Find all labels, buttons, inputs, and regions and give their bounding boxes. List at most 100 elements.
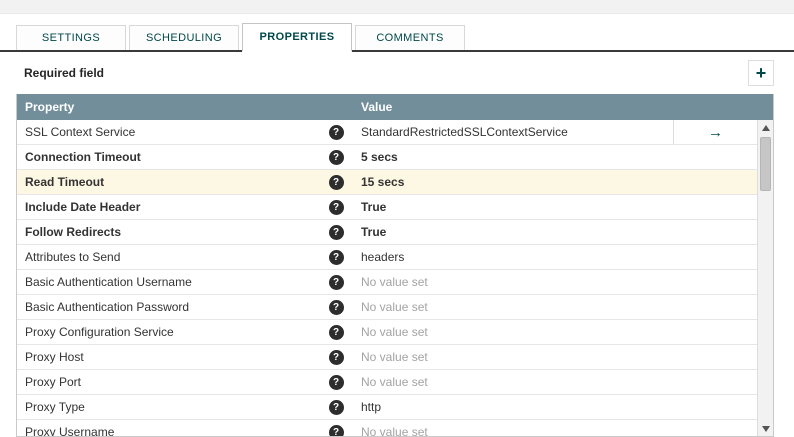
tab-properties[interactable]: PROPERTIES: [242, 23, 352, 52]
help-icon[interactable]: ?: [328, 424, 344, 436]
table-row[interactable]: Proxy Configuration Service ? No value s…: [17, 320, 757, 345]
table-row[interactable]: Read Timeout ? 15 secs: [17, 170, 757, 195]
help-icon[interactable]: ?: [328, 224, 344, 240]
row-action-cell: [673, 245, 757, 269]
property-value-cell[interactable]: No value set: [357, 295, 673, 319]
help-icon[interactable]: ?: [328, 199, 344, 215]
property-name: Proxy Username: [25, 425, 115, 436]
table-row[interactable]: SSL Context Service ? StandardRestricted…: [17, 120, 757, 145]
table-row[interactable]: Attributes to Send ? headers: [17, 245, 757, 270]
table-row[interactable]: Proxy Type ? http: [17, 395, 757, 420]
property-value-cell[interactable]: http: [357, 395, 673, 419]
property-name-cell: Include Date Header: [17, 195, 315, 219]
row-action-cell: →: [673, 120, 757, 144]
help-icon[interactable]: ?: [328, 174, 344, 190]
help-cell: ?: [315, 245, 357, 269]
add-property-button[interactable]: +: [748, 60, 774, 86]
property-value[interactable]: 15 secs: [361, 175, 404, 189]
help-icon[interactable]: ?: [328, 324, 344, 340]
dialog-top-strip: [0, 0, 794, 14]
column-header-property: Property: [25, 100, 75, 114]
property-name: Basic Authentication Password: [25, 300, 190, 314]
help-icon[interactable]: ?: [328, 299, 344, 315]
table-scrollbar[interactable]: [757, 120, 773, 436]
table-row[interactable]: Follow Redirects ? True: [17, 220, 757, 245]
property-value[interactable]: 5 secs: [361, 150, 398, 164]
property-value-cell[interactable]: No value set: [357, 420, 673, 436]
property-value[interactable]: No value set: [361, 300, 428, 314]
property-value-cell[interactable]: No value set: [357, 320, 673, 344]
row-action-cell: [673, 370, 757, 394]
scrollbar-thumb[interactable]: [760, 137, 771, 191]
property-value-cell[interactable]: headers: [357, 245, 673, 269]
property-value[interactable]: No value set: [361, 275, 428, 289]
table-row[interactable]: Basic Authentication Password ? No value…: [17, 295, 757, 320]
help-cell: ?: [315, 145, 357, 169]
table-row[interactable]: Connection Timeout ? 5 secs: [17, 145, 757, 170]
help-icon[interactable]: ?: [328, 374, 344, 390]
help-cell: ?: [315, 370, 357, 394]
help-cell: ?: [315, 120, 357, 144]
table-row[interactable]: Proxy Host ? No value set: [17, 345, 757, 370]
property-name-cell: Basic Authentication Password: [17, 295, 315, 319]
property-name-cell: Proxy Configuration Service: [17, 320, 315, 344]
property-value[interactable]: No value set: [361, 325, 428, 339]
property-value-cell[interactable]: 15 secs: [357, 170, 673, 194]
table-row[interactable]: Include Date Header ? True: [17, 195, 757, 220]
scroll-up-button[interactable]: [758, 120, 773, 135]
tab-scheduling[interactable]: SCHEDULING: [129, 25, 239, 50]
properties-table: Property Value SSL Context Service ? Sta…: [16, 94, 774, 437]
row-action-cell: [673, 270, 757, 294]
table-row[interactable]: Proxy Username ? No value set: [17, 420, 757, 436]
property-value-cell[interactable]: 5 secs: [357, 145, 673, 169]
property-value[interactable]: No value set: [361, 425, 428, 436]
property-name-cell: Proxy Type: [17, 395, 315, 419]
property-value-cell[interactable]: No value set: [357, 270, 673, 294]
help-icon[interactable]: ?: [328, 399, 344, 415]
scroll-down-button[interactable]: [758, 421, 773, 436]
tab-settings-label: SETTINGS: [41, 32, 101, 44]
property-name: Proxy Type: [25, 400, 85, 414]
help-cell: ?: [315, 320, 357, 344]
property-name-cell: SSL Context Service: [17, 120, 315, 144]
property-name: Follow Redirects: [25, 225, 122, 239]
row-action-cell: [673, 420, 757, 436]
help-icon[interactable]: ?: [328, 349, 344, 365]
help-icon[interactable]: ?: [328, 249, 344, 265]
property-value[interactable]: StandardRestrictedSSLContextService: [361, 125, 568, 139]
property-value[interactable]: True: [361, 225, 386, 239]
tab-comments[interactable]: COMMENTS: [355, 25, 465, 50]
goto-service-arrow-icon[interactable]: →: [708, 125, 723, 140]
property-value[interactable]: http: [361, 400, 381, 414]
table-row[interactable]: Proxy Port ? No value set: [17, 370, 757, 395]
property-value[interactable]: No value set: [361, 375, 428, 389]
property-name: Proxy Host: [25, 350, 84, 364]
help-cell: ?: [315, 420, 357, 436]
property-value-cell[interactable]: No value set: [357, 345, 673, 369]
property-value[interactable]: True: [361, 200, 386, 214]
property-value-cell[interactable]: True: [357, 220, 673, 244]
scroll-down-arrow-icon: [761, 425, 770, 432]
processor-configuration-dialog: SETTINGS SCHEDULING PROPERTIES COMMENTS …: [0, 0, 794, 437]
property-name-cell: Attributes to Send: [17, 245, 315, 269]
row-action-cell: [673, 170, 757, 194]
property-value[interactable]: headers: [361, 250, 404, 264]
table-row[interactable]: Basic Authentication Username ? No value…: [17, 270, 757, 295]
help-icon[interactable]: ?: [328, 124, 344, 140]
row-action-cell: [673, 145, 757, 169]
property-name-cell: Proxy Host: [17, 345, 315, 369]
help-icon[interactable]: ?: [328, 149, 344, 165]
property-name-cell: Proxy Port: [17, 370, 315, 394]
help-icon[interactable]: ?: [328, 274, 344, 290]
property-value-cell[interactable]: True: [357, 195, 673, 219]
row-action-cell: [673, 395, 757, 419]
property-name: Attributes to Send: [25, 250, 121, 264]
tab-comments-label: COMMENTS: [376, 32, 444, 44]
tab-settings[interactable]: SETTINGS: [16, 25, 126, 50]
scroll-up-arrow-icon: [761, 124, 770, 131]
help-cell: ?: [315, 295, 357, 319]
property-value-cell[interactable]: No value set: [357, 370, 673, 394]
property-name: SSL Context Service: [25, 125, 136, 139]
property-value-cell[interactable]: StandardRestrictedSSLContextService: [357, 120, 673, 144]
property-value[interactable]: No value set: [361, 350, 428, 364]
